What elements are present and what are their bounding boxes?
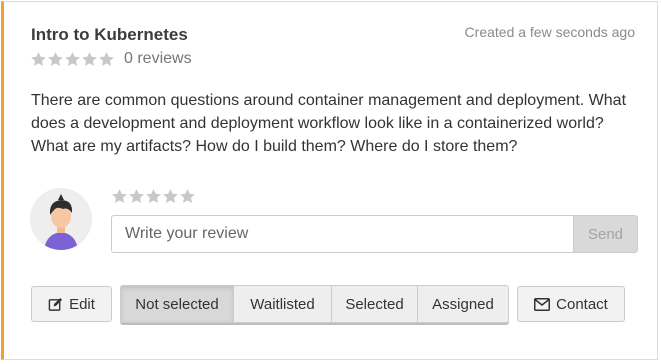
edit-button[interactable]: Edit <box>31 286 112 322</box>
event-card: Intro to Kubernetes Created a few second… <box>1 1 658 360</box>
review-form: Send <box>111 215 638 253</box>
star-icon <box>98 51 115 68</box>
star-icon[interactable] <box>128 188 145 205</box>
edit-icon <box>48 297 63 312</box>
star-icon <box>81 51 98 68</box>
created-timestamp: Created a few seconds ago <box>464 24 635 40</box>
send-button[interactable]: Send <box>573 215 638 253</box>
star-icon <box>30 51 47 68</box>
star-icon[interactable] <box>162 188 179 205</box>
reviews-count: 0 reviews <box>124 50 192 67</box>
star-icon <box>64 51 81 68</box>
status-selector: Not selected Waitlisted Selected Assigned <box>120 285 509 323</box>
star-icon[interactable] <box>111 188 128 205</box>
status-option-not-selected[interactable]: Not selected <box>121 286 234 322</box>
user-avatar-icon <box>30 188 92 250</box>
contact-label: Contact <box>556 295 608 313</box>
star-icon <box>47 51 64 68</box>
status-option-waitlisted[interactable]: Waitlisted <box>234 286 332 322</box>
card-title: Intro to Kubernetes <box>31 25 188 44</box>
card-description: There are common questions around contai… <box>31 92 627 155</box>
review-rating-input[interactable] <box>111 188 196 205</box>
star-icon[interactable] <box>179 188 196 205</box>
rating-stars <box>30 51 115 68</box>
rating-summary: 0 reviews <box>30 50 192 68</box>
edit-label: Edit <box>69 295 95 313</box>
envelope-icon <box>534 297 551 311</box>
review-input[interactable] <box>111 215 573 253</box>
status-option-assigned[interactable]: Assigned <box>418 286 508 322</box>
status-option-selected[interactable]: Selected <box>332 286 418 322</box>
star-icon[interactable] <box>145 188 162 205</box>
contact-button[interactable]: Contact <box>517 286 625 322</box>
